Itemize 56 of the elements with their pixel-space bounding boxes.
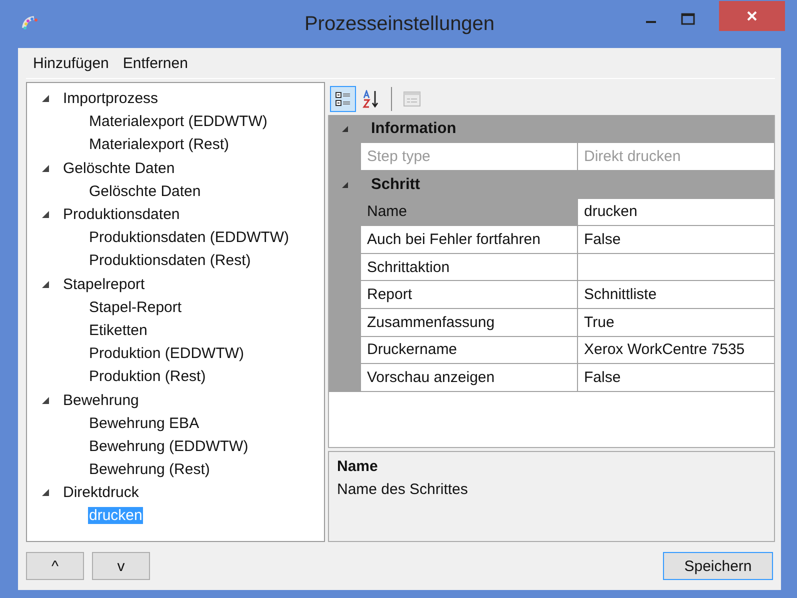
- tree-item[interactable]: Materialexport (EDDWTW): [88, 113, 268, 130]
- expanded-triangle-icon[interactable]: [41, 396, 50, 405]
- app-icon: [22, 16, 40, 32]
- move-down-button[interactable]: v: [92, 552, 150, 580]
- tree-item[interactable]: Materialexport (Rest): [88, 136, 230, 154]
- expanded-triangle-icon[interactable]: [341, 180, 349, 189]
- tree-item[interactable]: Produktion (Rest): [88, 368, 207, 386]
- property-name[interactable]: Druckername: [361, 336, 578, 364]
- property-value[interactable]: Xerox WorkCentre 7535: [578, 336, 774, 364]
- close-icon: [746, 10, 758, 22]
- category-header: Information: [371, 120, 456, 138]
- tree-item[interactable]: Stapel-Report: [88, 298, 183, 316]
- tree-item[interactable]: Stapelreport: [62, 276, 146, 293]
- tree-item[interactable]: Gelöschte Daten: [88, 182, 202, 200]
- property-pages-icon: [403, 90, 421, 106]
- expanded-triangle-icon[interactable]: [41, 210, 50, 220]
- window-title: Prozesseinstellungen: [304, 13, 495, 36]
- property-value[interactable]: drucken: [578, 198, 774, 226]
- expanded-triangle-icon[interactable]: [41, 94, 50, 104]
- tree-item[interactable]: Produktion (EDDWTW): [88, 345, 246, 362]
- description-text: Name des Schrittes: [337, 481, 469, 498]
- property-name[interactable]: Auch bei Fehler fortfahren: [361, 226, 578, 254]
- tree-item[interactable]: Bewehrung EBA: [88, 414, 200, 432]
- menu-item[interactable]: Entfernen: [116, 54, 195, 72]
- tree-item[interactable]: Direktdruck: [62, 484, 140, 502]
- expanded-triangle-icon[interactable]: [41, 488, 50, 498]
- property-value[interactable]: False: [578, 226, 774, 254]
- property-name[interactable]: Report: [361, 281, 578, 309]
- expanded-triangle-icon[interactable]: [341, 125, 349, 133]
- tree-item[interactable]: Produktionsdaten (EDDWTW): [88, 229, 290, 246]
- property-value[interactable]: True: [578, 308, 774, 337]
- tree-item[interactable]: Bewehrung (EDDWTW): [88, 438, 250, 455]
- tree-item[interactable]: Bewehrung: [62, 392, 140, 409]
- save-button[interactable]: Speichern: [663, 552, 773, 580]
- tree-item[interactable]: Bewehrung (Rest): [88, 461, 211, 478]
- tree-item[interactable]: Produktionsdaten: [62, 206, 181, 224]
- tree-item[interactable]: Etiketten: [88, 322, 148, 339]
- move-up-button[interactable]: ^: [26, 552, 84, 580]
- categorized-view-button[interactable]: [330, 86, 356, 112]
- property-value[interactable]: [578, 254, 774, 282]
- property-value[interactable]: Schnittliste: [578, 281, 774, 309]
- property-value[interactable]: False: [578, 364, 774, 392]
- tree-item[interactable]: Importprozess: [62, 90, 160, 108]
- sort-az-icon: [362, 90, 380, 108]
- tree-item[interactable]: Produktionsdaten (Rest): [88, 252, 252, 270]
- category-header: Schritt: [371, 176, 420, 194]
- tree-item[interactable]: Gelöschte Daten: [62, 160, 176, 177]
- property-name[interactable]: Vorschau anzeigen: [361, 364, 578, 392]
- categorized-list-icon: [335, 90, 351, 106]
- maximize-icon[interactable]: [681, 13, 695, 25]
- expanded-triangle-icon[interactable]: [41, 280, 50, 289]
- menu-item[interactable]: Hinzufügen: [26, 54, 116, 72]
- property-name[interactable]: Schrittaktion: [361, 254, 578, 282]
- description-title: Name: [337, 458, 379, 475]
- property-name[interactable]: Zusammenfassung: [361, 308, 578, 337]
- expanded-triangle-icon[interactable]: [41, 164, 50, 173]
